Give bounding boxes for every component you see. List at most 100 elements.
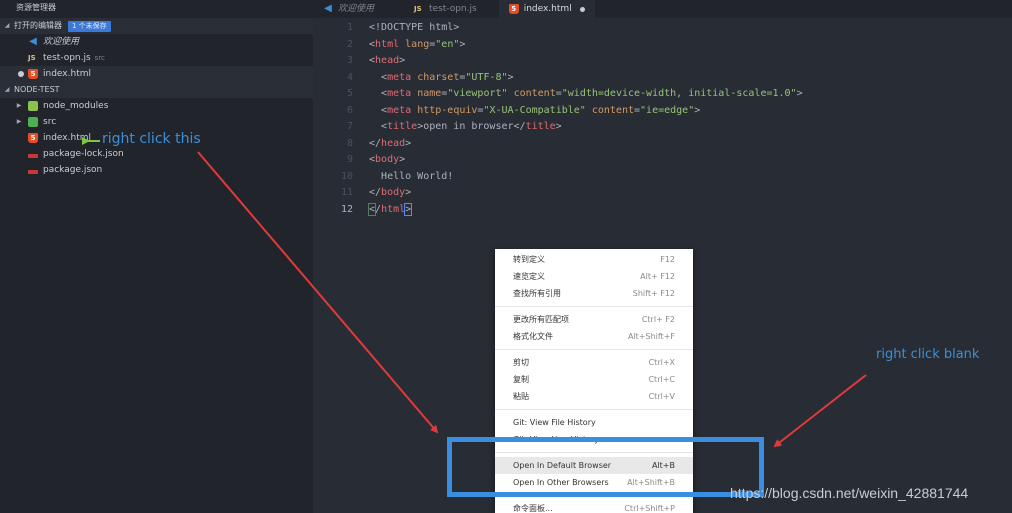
menu-item-find-all-references[interactable]: 查找所有引用 Shift+ F12: [495, 285, 693, 302]
line-code: </head>: [369, 137, 412, 149]
code-line: 10 Hello World!: [313, 169, 1012, 186]
code-line: 4 <meta charset="UTF-8">: [313, 70, 1012, 87]
annotation-highlight-box: [447, 437, 764, 497]
tree-item-file[interactable]: package.json: [0, 162, 313, 178]
menu-item-label: 复制: [513, 375, 529, 384]
menu-item-shortcut: Ctrl+Shift+P: [624, 504, 675, 513]
tree-item-folder[interactable]: ▶ node_modules: [0, 98, 313, 114]
line-code: <html lang="en">: [369, 38, 466, 50]
line-number: 2: [346, 38, 353, 50]
line-code: <meta name="viewport" content="width=dev…: [381, 88, 803, 99]
tree-item-file[interactable]: package-lock.json: [0, 146, 313, 162]
menu-item-git-view-file-history[interactable]: Git: View File History: [495, 414, 693, 431]
menu-item-cut[interactable]: 剪切 Ctrl+X: [495, 354, 693, 371]
line-number: 12: [340, 203, 353, 215]
menu-item-go-to-definition[interactable]: 转到定义 F12: [495, 251, 693, 268]
project-header[interactable]: ◢ NODE-TEST: [0, 82, 313, 98]
menu-item-command-palette[interactable]: 命令面板... Ctrl+Shift+P: [495, 500, 693, 513]
open-editor-label: index.html: [43, 69, 91, 79]
menu-item-change-all-occurrences[interactable]: 更改所有匹配项 Ctrl+ F2: [495, 311, 693, 328]
line-number: 8: [346, 137, 353, 149]
menu-item-copy[interactable]: 复制 Ctrl+C: [495, 371, 693, 388]
watermark-url: https://blog.csdn.net/weixin_42881744: [730, 485, 969, 501]
open-editor-label: test-opn.js: [43, 53, 91, 63]
open-editors-header[interactable]: ◢ 打开的编辑器 1 个未保存: [0, 18, 313, 34]
menu-item-label: 粘贴: [513, 392, 529, 401]
code-line: 1 <!DOCTYPE html>: [313, 20, 1012, 37]
menu-item-label: 更改所有匹配项: [513, 315, 569, 324]
annotation-right-click-blank: right click blank: [876, 347, 980, 362]
menu-item-format-document[interactable]: 格式化文件 Alt+Shift+F: [495, 328, 693, 345]
vscode-icon: ◀: [29, 36, 37, 47]
line-code: <meta http-equiv="X-UA-Compatible" conte…: [381, 104, 701, 116]
line-code: <!DOCTYPE html>: [369, 22, 460, 33]
menu-item-label: 剪切: [513, 358, 529, 367]
code-line: 6 <meta http-equiv="X-UA-Compatible" con…: [313, 103, 1012, 120]
line-number: 3: [346, 55, 353, 66]
tree-item-folder[interactable]: ▶ src: [0, 114, 313, 130]
tab-label: test-opn.js: [429, 4, 477, 14]
html5-icon: 5: [508, 4, 519, 14]
code-line-current: 12 </html>: [313, 202, 1012, 219]
code-line: 11 </body>: [313, 185, 1012, 202]
sidebar-title: 资源管理器: [0, 0, 313, 18]
menu-item-paste[interactable]: 粘贴 Ctrl+V: [495, 388, 693, 405]
code-line: 5 <meta name="viewport" content="width=d…: [313, 86, 1012, 103]
menu-separator: [495, 306, 693, 307]
menu-item-shortcut: Ctrl+C: [648, 375, 675, 384]
vscode-icon: ◀: [324, 3, 332, 14]
open-editors-label: 打开的编辑器: [14, 21, 62, 30]
chevron-right-icon: ▶: [16, 118, 22, 125]
open-editor-item[interactable]: ◀ 欢迎使用: [0, 34, 313, 50]
tab-index-html[interactable]: 5 index.html: [498, 0, 595, 18]
line-code: <head>: [369, 55, 406, 66]
folder-node-icon: [28, 101, 38, 111]
explorer-sidebar: 资源管理器 ◢ 打开的编辑器 1 个未保存 ◀ 欢迎使用 JS test-opn…: [0, 0, 313, 513]
line-number: 7: [346, 121, 353, 132]
menu-item-shortcut: Shift+ F12: [632, 289, 675, 298]
menu-separator: [495, 349, 693, 350]
menu-item-peek-definition[interactable]: 速览定义 Alt+ F12: [495, 268, 693, 285]
code-line: 7 <title>open in browser</title>: [313, 119, 1012, 136]
tree-item-label: index.html: [43, 133, 91, 143]
menu-item-shortcut: Alt+ F12: [640, 272, 675, 281]
line-code: </html>: [367, 202, 413, 216]
html5-icon: 5: [28, 69, 38, 79]
tree-item-label: package-lock.json: [43, 149, 124, 159]
unsaved-dot-icon[interactable]: [18, 71, 24, 77]
collapse-triangle-icon: ◢: [4, 22, 10, 29]
open-editor-label: 欢迎使用: [43, 37, 80, 47]
js-icon: JS: [414, 5, 422, 13]
tree-item-label: src: [43, 117, 57, 127]
chevron-right-icon: ▶: [16, 102, 22, 109]
open-editor-item[interactable]: JS test-opn.js src: [0, 50, 313, 66]
line-number: 6: [346, 104, 353, 116]
tab-label: 欢迎使用: [338, 4, 375, 14]
unsaved-dot-icon[interactable]: [579, 6, 585, 12]
code-line: 2 <html lang="en">: [313, 37, 1012, 54]
line-code: <body>: [369, 154, 406, 165]
menu-item-shortcut: Ctrl+V: [648, 392, 675, 401]
menu-item-shortcut: F12: [660, 255, 675, 264]
menu-item-label: 命令面板...: [513, 504, 553, 513]
code-line: 9 <body>: [313, 152, 1012, 169]
line-code: Hello World!: [381, 170, 454, 182]
line-number: 10: [340, 170, 353, 182]
menu-separator: [495, 409, 693, 410]
unsaved-badge: 1 个未保存: [68, 20, 111, 32]
npm-icon: [28, 153, 38, 158]
tab-test-opn-js[interactable]: JS test-opn.js: [404, 0, 487, 18]
html5-icon: 5: [28, 133, 38, 143]
menu-item-label: 查找所有引用: [513, 289, 561, 298]
line-number: 4: [346, 71, 353, 83]
menu-item-label: 速览定义: [513, 272, 545, 281]
editor-tab-bar: ◀ 欢迎使用 JS test-opn.js 5 index.html: [313, 0, 1012, 18]
line-number: 11: [340, 187, 353, 198]
tab-welcome[interactable]: ◀ 欢迎使用: [313, 0, 384, 18]
menu-item-shortcut: Alt+Shift+F: [627, 332, 675, 341]
tree-item-label: node_modules: [43, 101, 109, 111]
line-code: <title>open in browser</title>: [381, 121, 562, 132]
annotation-right-click-this: right click this: [102, 131, 201, 147]
line-code: </body>: [369, 187, 412, 198]
open-editor-item[interactable]: 5 index.html: [0, 66, 313, 82]
